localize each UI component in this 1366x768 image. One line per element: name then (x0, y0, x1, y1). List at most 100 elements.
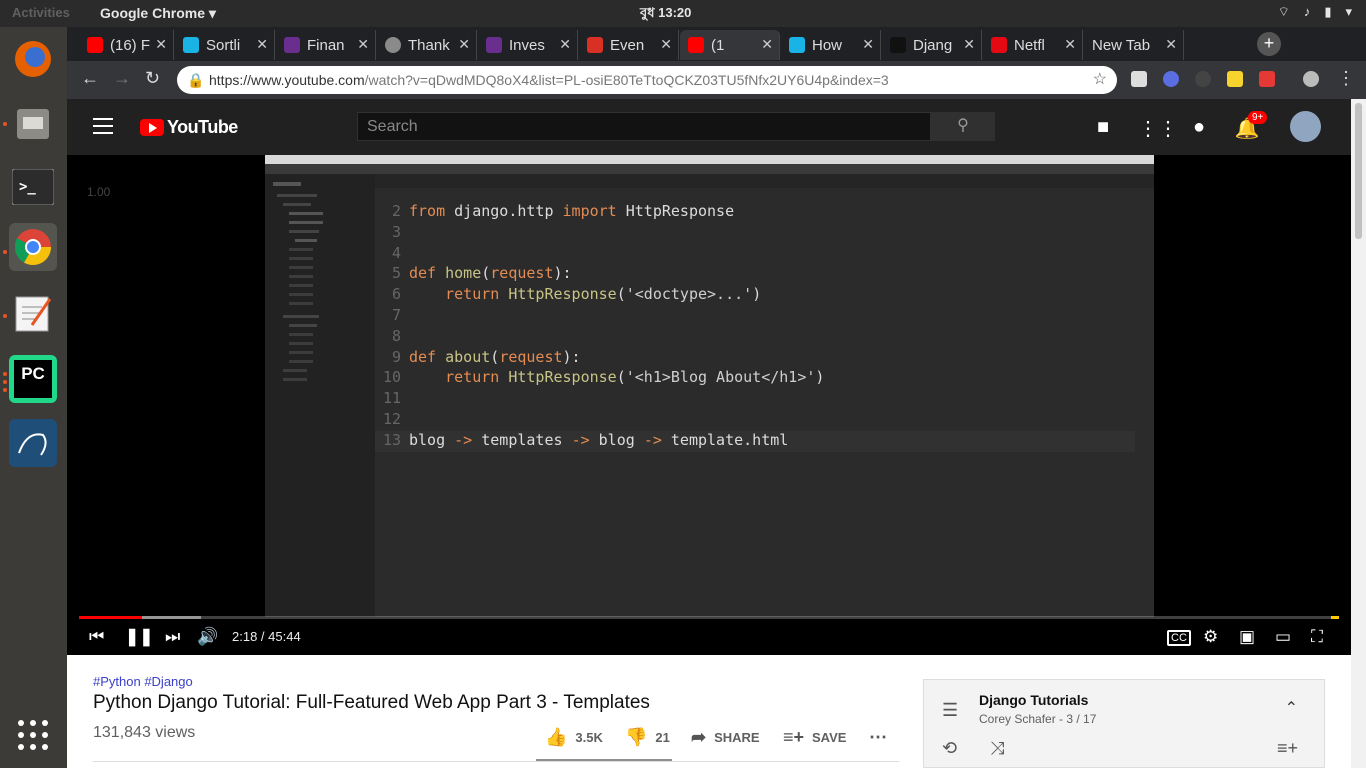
hamburger-menu-icon[interactable] (93, 118, 113, 134)
theater-mode-icon[interactable]: ▭ (1275, 627, 1291, 647)
graduation-cap-icon (890, 37, 906, 53)
code-token: return (445, 368, 500, 387)
system-tray[interactable]: ⌔ ♪ ▮ ▾ (1278, 4, 1352, 20)
playlist-add-icon[interactable]: ≡+ (1277, 738, 1298, 759)
tab-thank[interactable]: Thank ✕ (377, 30, 477, 60)
activities-button[interactable]: Activities (12, 5, 70, 20)
close-tab-icon[interactable]: ✕ (1165, 36, 1177, 53)
video-player[interactable]: 1.00 2 from django.http import HttpRespo… (67, 155, 1351, 655)
tab-sortlist[interactable]: Sortli ✕ (175, 30, 275, 60)
previous-icon[interactable]: ⏮ (89, 627, 104, 647)
volume-icon[interactable]: 🔊 (197, 627, 218, 647)
extension-dot-icon[interactable] (1195, 71, 1211, 87)
time-display: 2:18 / 45:44 (232, 629, 301, 644)
tab-youtube-1[interactable]: (16) F ✕ (79, 30, 174, 60)
progress-bar[interactable] (79, 616, 1339, 619)
close-tab-icon[interactable]: ✕ (256, 36, 268, 53)
scrollbar-thumb[interactable] (1355, 103, 1362, 239)
tab-event[interactable]: Even ✕ (579, 30, 679, 60)
dislike-button[interactable]: 👎 21 (625, 727, 670, 748)
code-line: 10 return HttpResponse('<h1>Blog About</… (375, 368, 1135, 389)
search-input[interactable]: Search (357, 112, 931, 141)
search-icon: ⚲ (957, 117, 969, 134)
playlist-title[interactable]: Django Tutorials (979, 692, 1088, 708)
code-line: 9 def about(request): (375, 348, 1135, 369)
captions-icon[interactable]: CC (1167, 630, 1191, 646)
hashtags-link[interactable]: #Python #Django (93, 674, 193, 689)
new-tab-button[interactable]: + (1257, 32, 1281, 56)
text-editor-icon[interactable] (9, 289, 57, 337)
extension-globe-icon[interactable] (1163, 71, 1179, 87)
menu-kebab-icon[interactable]: ⋮ (1337, 68, 1355, 89)
show-applications-icon[interactable] (9, 711, 57, 759)
profile-icon[interactable] (1303, 71, 1319, 87)
toolbar: ← → ↻ 🔒 https://www.youtube.com/watch?v=… (67, 61, 1366, 99)
chevron-down-icon: ▾ (1345, 4, 1352, 19)
tab-how[interactable]: How ✕ (781, 30, 881, 60)
reload-icon[interactable]: ↻ (145, 68, 160, 89)
search-button[interactable]: ⚲ (931, 112, 995, 141)
code-token: django.http (445, 202, 563, 220)
video-frame[interactable]: 2 from django.http import HttpResponse 3 4 5… (265, 155, 1154, 617)
close-tab-icon[interactable]: ✕ (660, 36, 672, 53)
save-button[interactable]: ≡+ SAVE (783, 727, 846, 748)
line-number: 8 (391, 326, 401, 345)
close-tab-icon[interactable]: ✕ (1064, 36, 1076, 53)
app-menu[interactable]: Google Chrome ▾ (100, 5, 216, 22)
miniplayer-icon[interactable]: ▣ (1239, 627, 1255, 647)
files-icon[interactable] (9, 99, 57, 147)
code-token: template.html (661, 430, 789, 449)
code-token: '<h1>Blog About</h1>' (625, 368, 816, 387)
apps-grid-icon[interactable]: ⋮⋮ (1138, 116, 1178, 141)
address-bar[interactable]: 🔒 https://www.youtube.com/watch?v=qDwdMD… (177, 66, 1117, 94)
bookmark-star-icon[interactable]: ☆ (1093, 66, 1107, 94)
next-icon[interactable]: ⏭ (165, 627, 180, 647)
tab-django[interactable]: Djang ✕ (882, 30, 982, 60)
close-tab-icon[interactable]: ✕ (963, 36, 975, 53)
pause-icon[interactable]: ❚❚ (125, 627, 154, 647)
youtube-logo[interactable]: YouTube (140, 117, 238, 138)
settings-gear-icon[interactable]: ⚙ (1203, 627, 1218, 647)
share-button[interactable]: ➦ SHARE (691, 727, 760, 748)
tab-youtube-active[interactable]: (1 ✕ (680, 30, 780, 60)
forward-icon[interactable]: → (113, 68, 131, 89)
back-icon[interactable]: ← (81, 68, 99, 89)
extension-cube-icon[interactable] (1131, 71, 1147, 87)
lock-icon: 🔒 (187, 72, 205, 88)
tab-netflix[interactable]: Netfl ✕ (983, 30, 1083, 60)
loop-icon[interactable]: ⟲ (942, 738, 957, 759)
code-token: request (490, 264, 554, 283)
create-video-icon[interactable]: ■ (1090, 116, 1116, 139)
mysql-workbench-icon[interactable] (9, 419, 57, 467)
like-button[interactable]: 👍 3.5K (545, 727, 603, 748)
close-tab-icon[interactable]: ✕ (559, 36, 571, 53)
more-actions-button[interactable]: ⋯ (869, 727, 887, 748)
extension-highlighter-icon[interactable] (1227, 71, 1243, 87)
messages-icon[interactable]: ● (1186, 116, 1212, 139)
avatar[interactable] (1290, 111, 1321, 142)
close-tab-icon[interactable]: ✕ (357, 36, 369, 53)
close-tab-icon[interactable]: ✕ (155, 36, 167, 53)
clock[interactable]: বুধ 13:20 (640, 4, 691, 25)
code-token: ) (815, 368, 825, 387)
page-scrollbar[interactable] (1351, 99, 1366, 768)
tab-finance[interactable]: Finan ✕ (276, 30, 376, 60)
close-tab-icon[interactable]: ✕ (458, 36, 470, 53)
terminal-icon[interactable]: >_ (9, 163, 57, 211)
close-tab-icon[interactable]: ✕ (761, 36, 773, 53)
shuffle-icon[interactable]: ⤨ (990, 738, 1004, 759)
tab-invest[interactable]: Inves ✕ (478, 30, 578, 60)
extension-video-icon[interactable] (1259, 71, 1275, 87)
close-tab-icon[interactable]: ✕ (862, 36, 874, 53)
pycharm-icon[interactable]: PC (9, 355, 57, 403)
chrome-icon[interactable] (9, 223, 57, 271)
line-number: 5 (391, 264, 401, 283)
fullscreen-icon[interactable]: ⛶ (1311, 627, 1323, 647)
battery-icon: ▮ (1324, 4, 1332, 19)
tab-new-tab[interactable]: New Tab ✕ (1084, 30, 1184, 60)
chevron-up-icon[interactable]: ⌃ (1285, 698, 1298, 718)
firefox-icon[interactable] (9, 35, 57, 83)
